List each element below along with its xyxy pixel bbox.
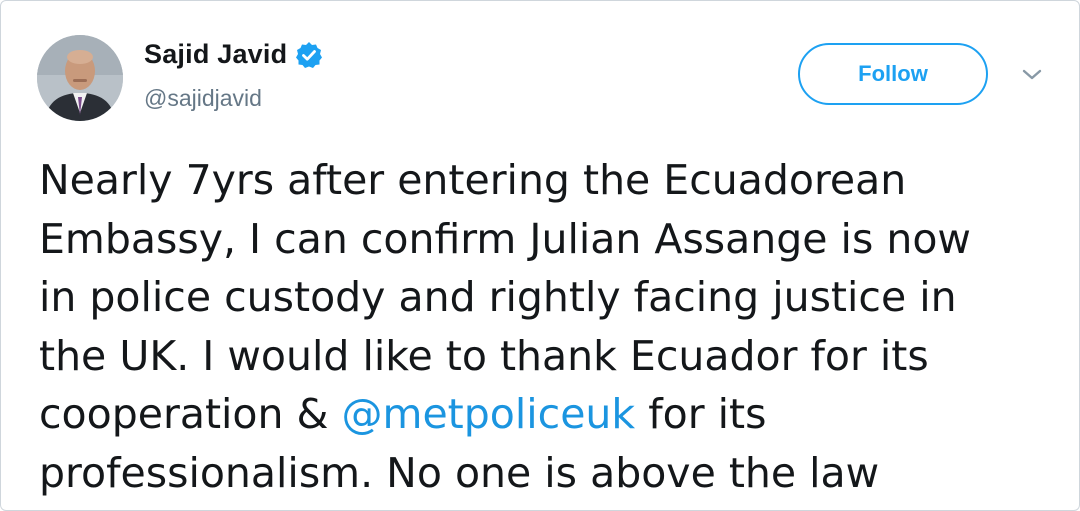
tweet-line: cooperation & @metpoliceuk for its — [39, 385, 1059, 444]
avatar-photo — [37, 35, 123, 121]
verified-badge-icon — [295, 41, 323, 69]
display-name-row: Sajid Javid — [144, 39, 323, 70]
tweet-text-segment: for its — [635, 390, 767, 438]
follow-button[interactable]: Follow — [798, 43, 988, 105]
tweet-line: the UK. I would like to thank Ecuador fo… — [39, 331, 929, 380]
tweet-text: Nearly 7yrs after entering the Ecuadorea… — [39, 151, 1059, 502]
user-handle[interactable]: @sajidjavid — [144, 85, 262, 112]
tweet-line: Nearly 7yrs after entering the Ecuadorea… — [39, 156, 907, 204]
tweet-text-segment: cooperation & — [39, 390, 342, 438]
tweet-card: Sajid Javid @sajidjavid Follow Nearly 7y… — [0, 0, 1080, 511]
tweet-line: in police custody and rightly facing jus… — [39, 273, 957, 321]
mention-link[interactable]: @metpoliceuk — [342, 390, 636, 438]
display-name[interactable]: Sajid Javid — [144, 39, 287, 70]
tweet-line: Embassy, I can confirm Julian Assange is… — [39, 214, 971, 263]
avatar[interactable] — [37, 35, 123, 121]
tweet-line: professionalism. No one is above the law — [39, 448, 880, 497]
chevron-down-icon[interactable] — [1020, 67, 1044, 83]
